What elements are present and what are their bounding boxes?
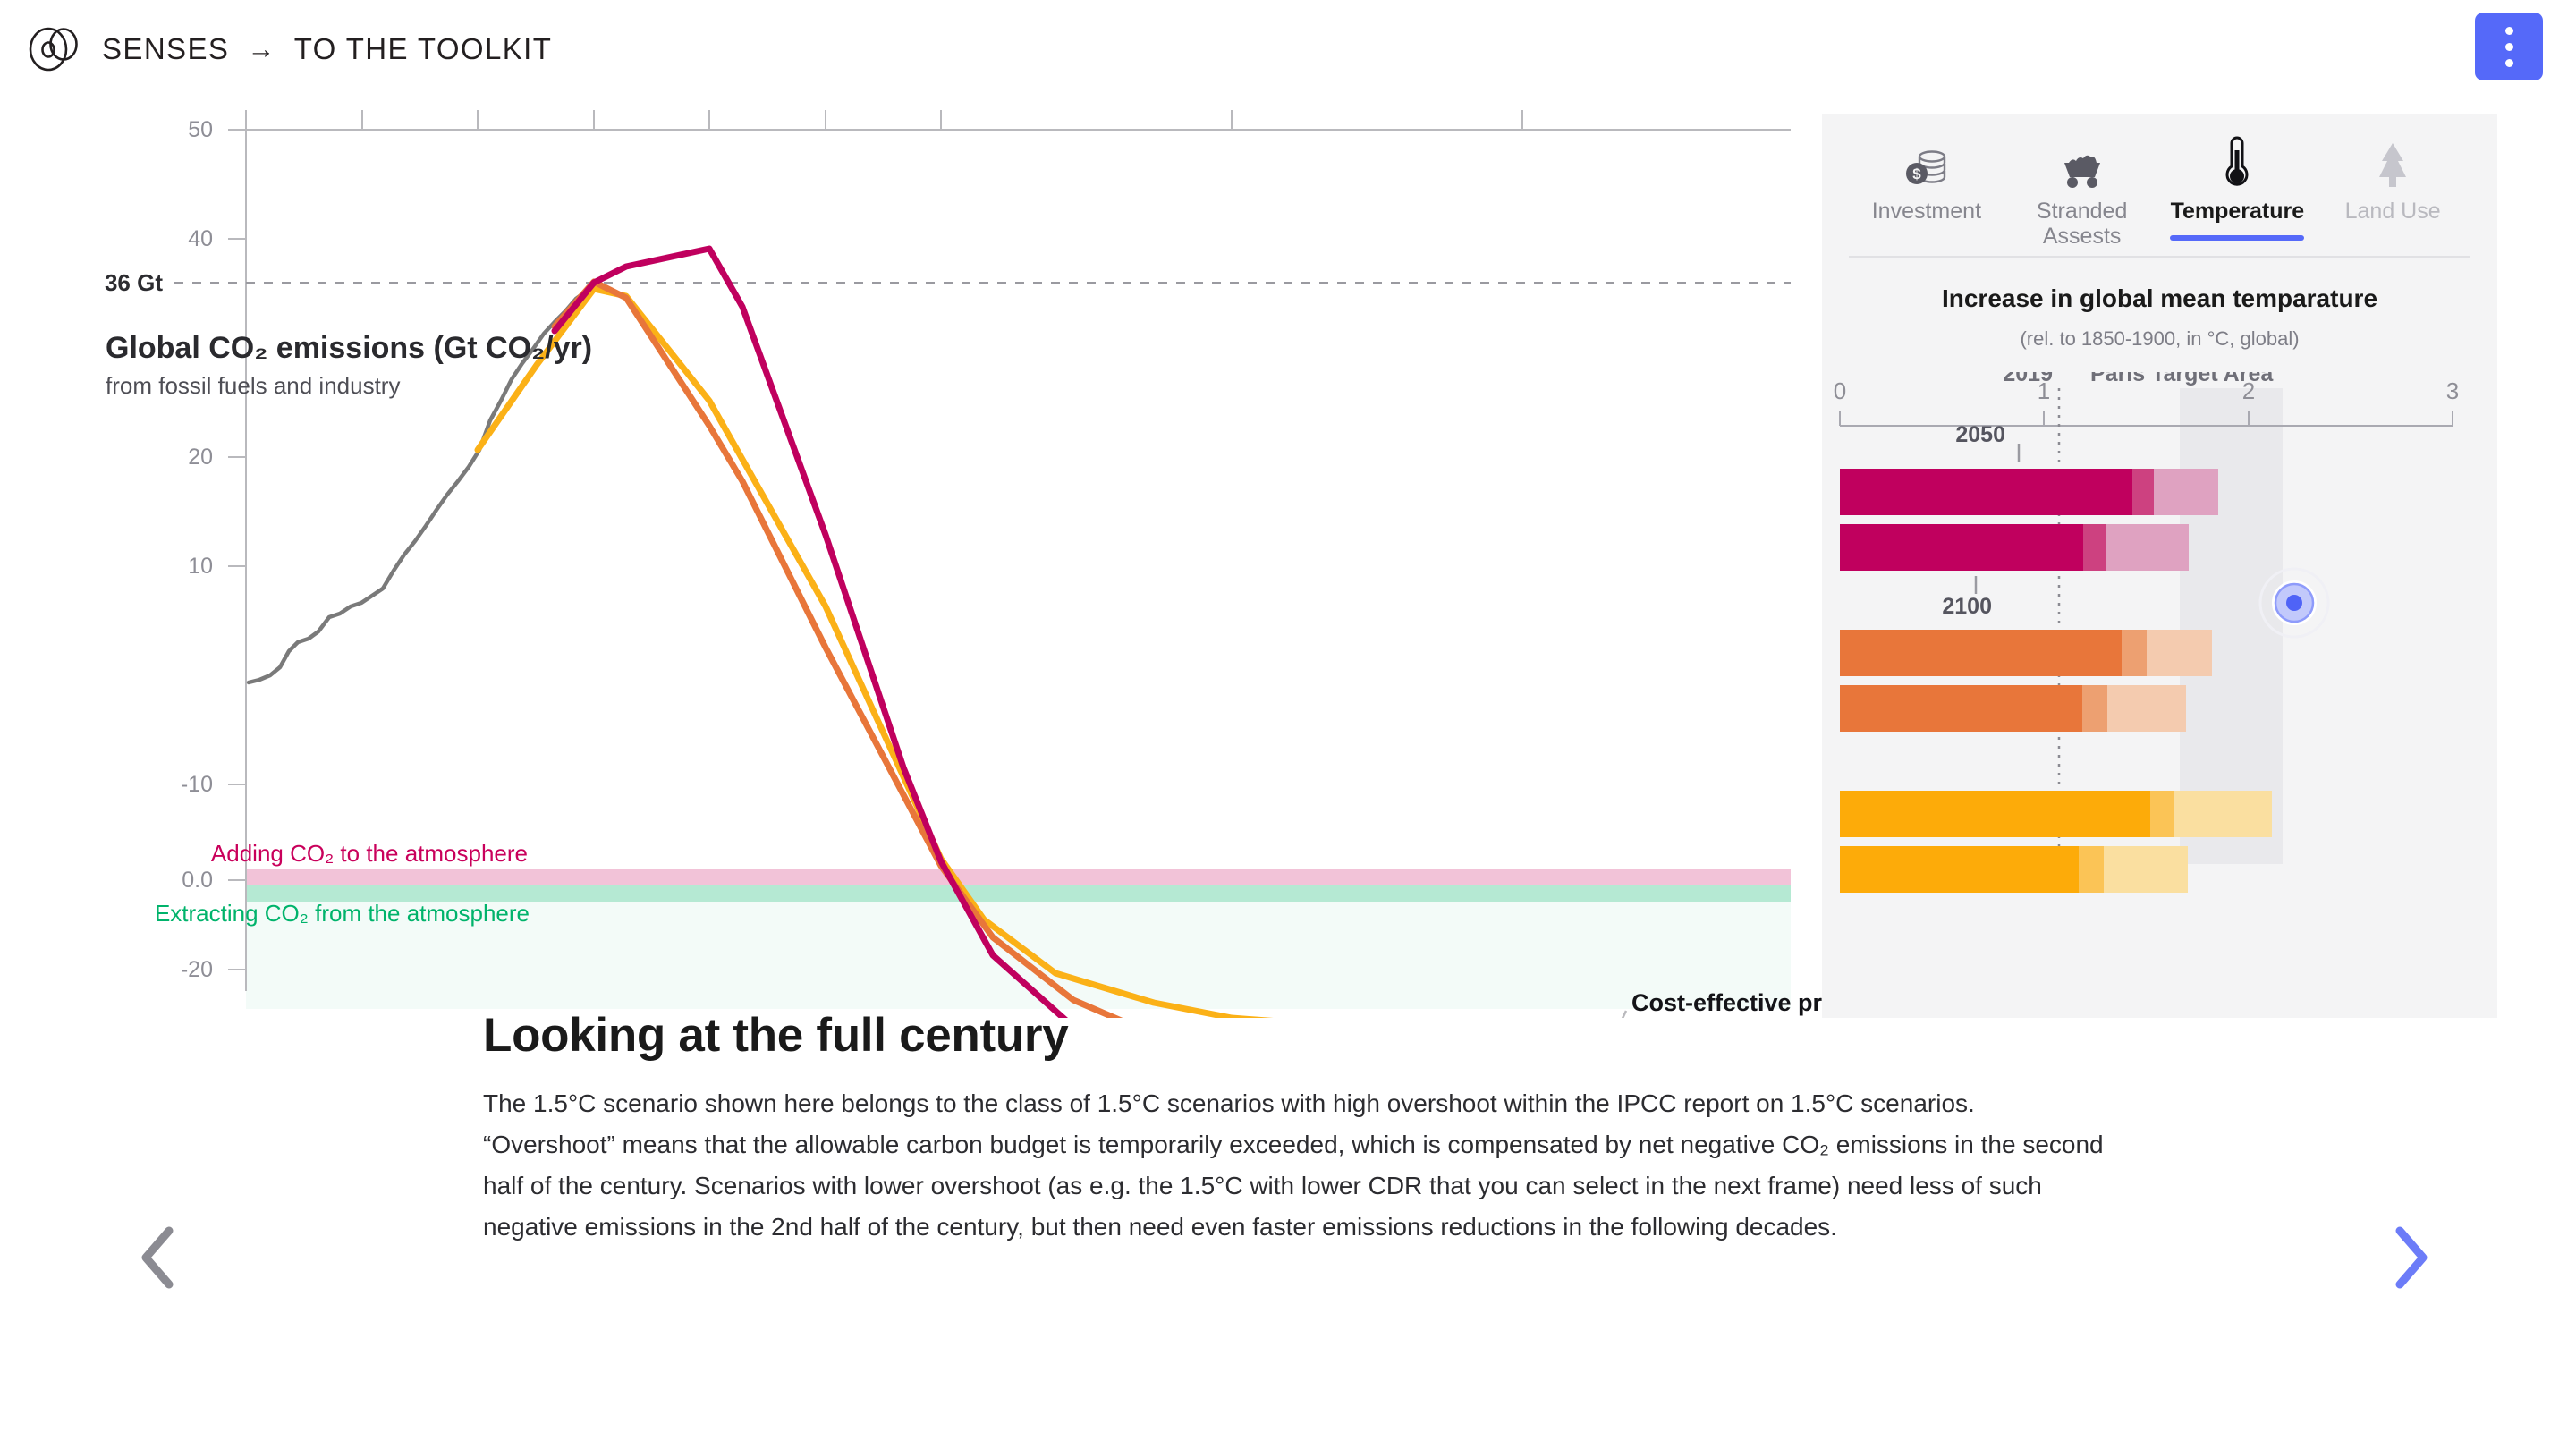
toolkit-link[interactable]: TO THE TOOLKIT <box>294 32 553 66</box>
kebab-menu-button[interactable] <box>2475 13 2543 80</box>
panel-subtitle: (rel. to 1850-1900, in °C, global) <box>2020 327 2300 350</box>
temperature-bar-chart[interactable]: 0 1 2 3 2019 Paris Target Area 2050 2100 <box>1822 372 2497 953</box>
svg-text:$: $ <box>1912 165 1921 182</box>
tab-temperature-label: Temperature <box>2170 199 2305 224</box>
y-tick-label: -20 <box>181 957 213 982</box>
senses-venn-logo-icon <box>29 27 78 72</box>
chevron-left-icon <box>141 1226 174 1289</box>
y-tick-label: 20 <box>188 445 213 470</box>
tab-divider <box>1849 256 2470 258</box>
bar-segment-upper <box>2107 685 2186 732</box>
row-label-2050: 2050 <box>1955 422 2005 447</box>
bar-segment-median <box>1840 685 2082 732</box>
adding-band-label: Adding CO₂ to the atmosphere <box>211 840 528 867</box>
chevron-right-icon <box>2395 1226 2428 1289</box>
line-chart-subtitle: from fossil fuels and industry <box>106 372 400 399</box>
tab-stranded-assets[interactable]: Stranded Assests <box>2006 134 2158 263</box>
tab-land-use-label: Land Use <box>2344 199 2441 224</box>
paris-target-label: Paris Target Area <box>2090 372 2274 386</box>
reference-label-2019: 2019 <box>2003 372 2053 386</box>
tab-investment[interactable]: $ Investment <box>1851 134 2003 238</box>
reference-label-36gt: 36 Gt <box>105 269 163 296</box>
thermometer-icon <box>2221 134 2253 190</box>
bar-segment-upper <box>2154 469 2218 515</box>
bar-segment-upper <box>2106 524 2189 571</box>
y-tick-label: 50 <box>188 117 213 142</box>
tab-underline-active <box>2170 235 2305 241</box>
next-slide-button[interactable] <box>2370 1216 2453 1299</box>
bar-segment-median <box>1840 524 2083 571</box>
bar-group-ndc[interactable]: 2050 2100 <box>1840 422 2218 619</box>
bar-axis-ticks <box>1839 411 2453 426</box>
tab-temperature[interactable]: Temperature <box>2161 134 2313 241</box>
bar-group-strengthened[interactable] <box>1840 630 2212 732</box>
tree-icon <box>2372 134 2413 190</box>
adding-band <box>246 869 1791 886</box>
y-tick-labels: 50 40 20 10 0.0 -10 -20 <box>181 117 213 982</box>
bar-axis-label: 0 <box>1834 377 1846 404</box>
arrow-right-icon: → <box>247 33 276 64</box>
bar-segment-upper <box>2147 630 2212 676</box>
menu-dot <box>2504 42 2513 51</box>
bar-segment-median <box>1840 791 2150 837</box>
prev-slide-button[interactable] <box>116 1216 199 1299</box>
y-tick-label: 0.0 <box>182 868 213 893</box>
x-tick-marks <box>245 110 1523 130</box>
tab-stranded-assets-label: Stranded Assests <box>2036 199 2128 249</box>
bar-segment-mid <box>2122 630 2147 676</box>
emissions-line-chart[interactable]: 1990 2000 2010 2020 2030 2040 2050 2075 … <box>0 106 1825 1018</box>
bar-segment-mid <box>2083 524 2106 571</box>
brand-block[interactable]: SENSES → TO THE TOOLKIT <box>27 21 552 77</box>
app-header: SENSES → TO THE TOOLKIT <box>0 0 2576 106</box>
extracting-band-label: Extracting CO₂ from the atmosphere <box>155 900 530 927</box>
bar-segment-upper <box>2104 846 2188 893</box>
story-heading: Looking at the full century <box>483 1009 1069 1062</box>
brand-name: SENSES <box>102 32 230 65</box>
tab-land-use[interactable]: Land Use <box>2317 134 2469 238</box>
coal-cart-icon <box>2057 134 2107 190</box>
indicator-tabs: $ Investment Stranded Assests Temperatur… <box>1822 114 2497 258</box>
bar-segment-mid <box>2082 685 2107 732</box>
story-body: The 1.5°C scenario shown here belongs to… <box>483 1089 2104 1241</box>
bar-segment-mid <box>2132 469 2154 515</box>
panel-title: Increase in global mean temparature <box>1941 284 2378 312</box>
bar-segment-upper <box>2174 791 2272 837</box>
bar-segment-median <box>1840 846 2079 893</box>
coins-dollar-icon: $ <box>1903 134 1950 190</box>
tab-investment-label: Investment <box>1871 199 1982 224</box>
menu-dot <box>2504 26 2513 35</box>
bar-segment-mid <box>2079 846 2104 893</box>
bar-segment-median <box>1840 630 2122 676</box>
y-tick-label: 40 <box>188 226 213 251</box>
row-label-2100: 2100 <box>1942 594 1992 619</box>
bar-segment-mid <box>2150 791 2174 837</box>
bar-axis-label: 3 <box>2446 377 2459 404</box>
menu-dot <box>2504 58 2513 67</box>
story-block: Looking at the full century The 1.5°C sc… <box>483 1011 2129 1248</box>
y-tick-label: -10 <box>181 772 213 797</box>
bar-segment-median <box>1840 469 2132 515</box>
y-tick-label: 10 <box>188 554 213 579</box>
indicator-panel: $ Investment Stranded Assests Temperatur… <box>1822 114 2497 1018</box>
line-chart-title: Global CO₂ emissions (Gt CO₂/yr) <box>106 331 592 365</box>
